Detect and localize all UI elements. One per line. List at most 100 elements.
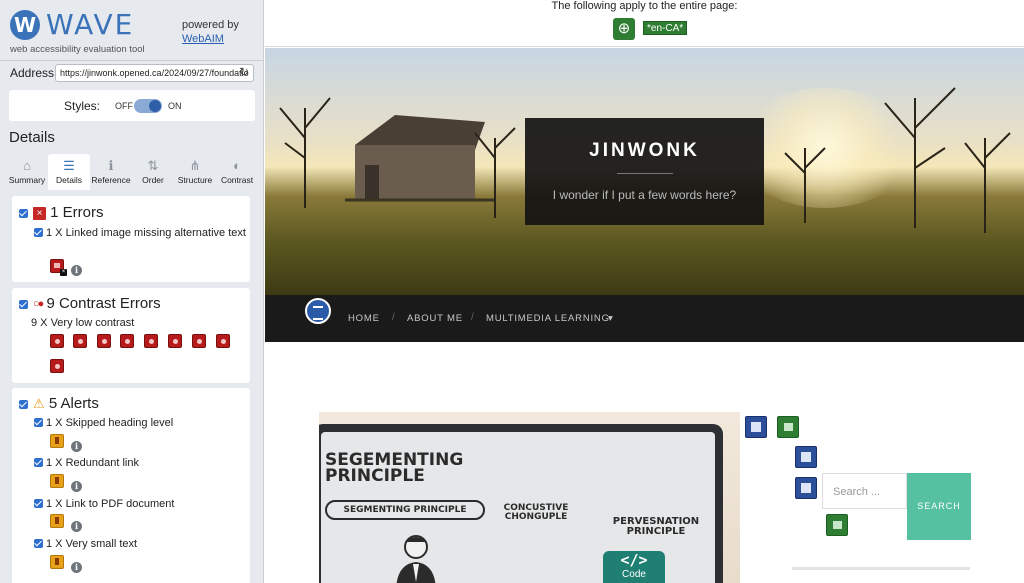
contrast-error-icon[interactable] bbox=[192, 334, 206, 348]
page-notice-text: The following apply to the entire page: bbox=[551, 0, 738, 12]
toggle-knob bbox=[149, 100, 161, 112]
title-divider bbox=[617, 173, 673, 174]
x-badge-icon: × bbox=[60, 269, 67, 276]
wave-tabs: ⌂ Summary ☰ Details ℹ Reference ⇅ Order ⋔ Str… bbox=[6, 154, 258, 190]
nav-home[interactable]: HOME bbox=[348, 313, 380, 324]
alert-item: 1 X Very small text bbox=[34, 537, 246, 551]
contrast-error-icon[interactable] bbox=[144, 334, 158, 348]
alerts-panel: ⚠ 5 Alerts 1 X Skipped heading level i 1… bbox=[12, 388, 250, 583]
styles-on-label: ON bbox=[168, 101, 182, 111]
wave-logo-text: WAVE bbox=[46, 8, 135, 41]
home-icon: ⌂ bbox=[23, 158, 31, 173]
tab-structure[interactable]: ⋔ Structure bbox=[174, 154, 216, 190]
redundant-link-alert-icon[interactable] bbox=[50, 474, 64, 488]
code-label: Code bbox=[622, 569, 646, 580]
tab-label: Summary bbox=[8, 175, 46, 185]
reload-icon[interactable]: ↻ bbox=[239, 65, 249, 79]
wave-sidebar: W WAVE web accessibility evaluation tool… bbox=[0, 0, 264, 583]
search-input[interactable]: Search ... bbox=[822, 473, 907, 509]
contrast-heading: ○● 9 Contrast Errors bbox=[19, 295, 161, 312]
image-text-perv: PERVESNATION PRINCIPLE bbox=[612, 516, 700, 537]
html5-structure-icon[interactable] bbox=[745, 416, 767, 438]
alert-item-checkbox[interactable] bbox=[34, 499, 43, 508]
nav-about-me[interactable]: ABOUT ME bbox=[407, 313, 463, 324]
site-tagline: I wonder if I put a few words here? bbox=[552, 188, 737, 202]
search-button[interactable]: SEARCH bbox=[907, 473, 971, 540]
image-text-segmenting: SEGEMENTING PRINCIPLE bbox=[325, 450, 464, 486]
tab-label: Structure bbox=[177, 175, 213, 185]
contrast-error-icon[interactable] bbox=[120, 334, 134, 348]
contrast-error-icon[interactable] bbox=[216, 334, 230, 348]
contrast-error-icon[interactable] bbox=[50, 359, 64, 373]
error-icon: × bbox=[33, 206, 46, 220]
info-icon[interactable]: i bbox=[71, 441, 82, 452]
contrast-error-icon[interactable] bbox=[168, 334, 182, 348]
errors-heading-text: 1 Errors bbox=[50, 204, 104, 221]
tab-label: Details bbox=[56, 175, 82, 185]
wave-logo-icon: W bbox=[10, 10, 40, 40]
skipped-heading-alert-icon[interactable] bbox=[50, 434, 64, 448]
errors-heading: × 1 Errors bbox=[19, 204, 104, 221]
tab-order[interactable]: ⇅ Order bbox=[132, 154, 174, 190]
alert-item-text: 1 X Link to PDF document bbox=[46, 498, 175, 510]
alert-item-text: 1 X Redundant link bbox=[46, 457, 139, 469]
tab-summary[interactable]: ⌂ Summary bbox=[6, 154, 48, 190]
errors-checkbox[interactable] bbox=[19, 208, 28, 218]
info-icon[interactable]: i bbox=[71, 481, 82, 492]
label-feature-icon[interactable] bbox=[826, 514, 848, 536]
alert-item-checkbox[interactable] bbox=[34, 418, 43, 427]
alert-icon: ⚠ bbox=[33, 396, 45, 412]
tab-contrast[interactable]: ◐ Contrast bbox=[216, 154, 258, 190]
structure-list-icon[interactable] bbox=[305, 298, 331, 324]
webaim-link[interactable]: WebAIM bbox=[182, 32, 239, 46]
language-tag[interactable]: *en-CA* bbox=[643, 21, 688, 35]
post-featured-image[interactable]: SEGEMENTING PRINCIPLE SEGMENTING PRINCIP… bbox=[319, 412, 740, 583]
dropdown-caret-icon[interactable]: ▾ bbox=[608, 313, 614, 324]
contrast-error-icon[interactable] bbox=[97, 334, 111, 348]
alerts-heading: ⚠ 5 Alerts bbox=[19, 395, 99, 412]
tab-label: Contrast bbox=[220, 175, 254, 185]
image-text-segmenting-small: SEGMENTING PRINCIPLE bbox=[325, 500, 485, 520]
image-text-concept: CONCUSTIVE CHONGUPLE bbox=[503, 503, 569, 522]
contrast-item-text: 9 X Very low contrast bbox=[31, 317, 135, 329]
code-icon: </> bbox=[620, 551, 648, 569]
info-icon[interactable]: i bbox=[71, 265, 82, 276]
wave-logo[interactable]: W WAVE web accessibility evaluation tool… bbox=[8, 8, 258, 58]
language-globe-icon[interactable]: ⊕ bbox=[613, 18, 635, 40]
errors-panel: × 1 Errors 1 X Linked image missing alte… bbox=[12, 196, 250, 282]
nav-separator: / bbox=[471, 312, 474, 323]
tab-label: Reference bbox=[91, 175, 131, 185]
alert-item: 1 X Skipped heading level bbox=[34, 416, 246, 430]
tab-details[interactable]: ☰ Details bbox=[48, 154, 90, 190]
search-structure-icon[interactable] bbox=[795, 477, 817, 499]
info-icon[interactable]: i bbox=[71, 562, 82, 573]
code-tag[interactable]: </> Code bbox=[603, 551, 665, 583]
alert-item-checkbox[interactable] bbox=[34, 539, 43, 548]
error-item-text: 1 X Linked image missing alternative tex… bbox=[46, 227, 246, 239]
tab-reference[interactable]: ℹ Reference bbox=[90, 154, 132, 190]
pdf-link-alert-icon[interactable] bbox=[50, 514, 64, 528]
contrast-panel: ○● 9 Contrast Errors 9 X Very low contra… bbox=[12, 288, 250, 383]
address-input[interactable]: https://jinwonk.opened.ca/2024/09/27/fou… bbox=[55, 64, 254, 82]
styles-toggle-box: Styles: OFF ON bbox=[9, 90, 255, 121]
alerts-heading-text: 5 Alerts bbox=[48, 395, 99, 412]
main-navigation: HOME / ABOUT ME / MULTIMEDIA LEARNING ▾ bbox=[265, 295, 1024, 342]
alert-item-text: 1 X Very small text bbox=[46, 538, 138, 550]
alert-item-text: 1 X Skipped heading level bbox=[46, 417, 174, 429]
alerts-checkbox[interactable] bbox=[19, 399, 28, 409]
small-text-alert-icon[interactable] bbox=[50, 555, 64, 569]
contrast-checkbox[interactable] bbox=[19, 299, 28, 309]
alert-item: 1 X Redundant link bbox=[34, 456, 246, 470]
contrast-error-icon[interactable] bbox=[73, 334, 87, 348]
contrast-error-icon[interactable] bbox=[50, 334, 64, 348]
error-item-checkbox[interactable] bbox=[34, 228, 43, 237]
hero-banner: JINWONK I wonder if I put a few words he… bbox=[265, 48, 1024, 295]
alert-item-checkbox[interactable] bbox=[34, 458, 43, 467]
linked-image-feature-icon[interactable] bbox=[777, 416, 799, 438]
contrast-heading-text: 9 Contrast Errors bbox=[46, 295, 161, 312]
info-icon[interactable]: i bbox=[71, 521, 82, 532]
styles-toggle[interactable] bbox=[134, 99, 162, 113]
site-title[interactable]: JINWONK bbox=[525, 140, 764, 162]
aside-structure-icon[interactable] bbox=[795, 446, 817, 468]
nav-multimedia-learning[interactable]: MULTIMEDIA LEARNING bbox=[486, 313, 610, 324]
